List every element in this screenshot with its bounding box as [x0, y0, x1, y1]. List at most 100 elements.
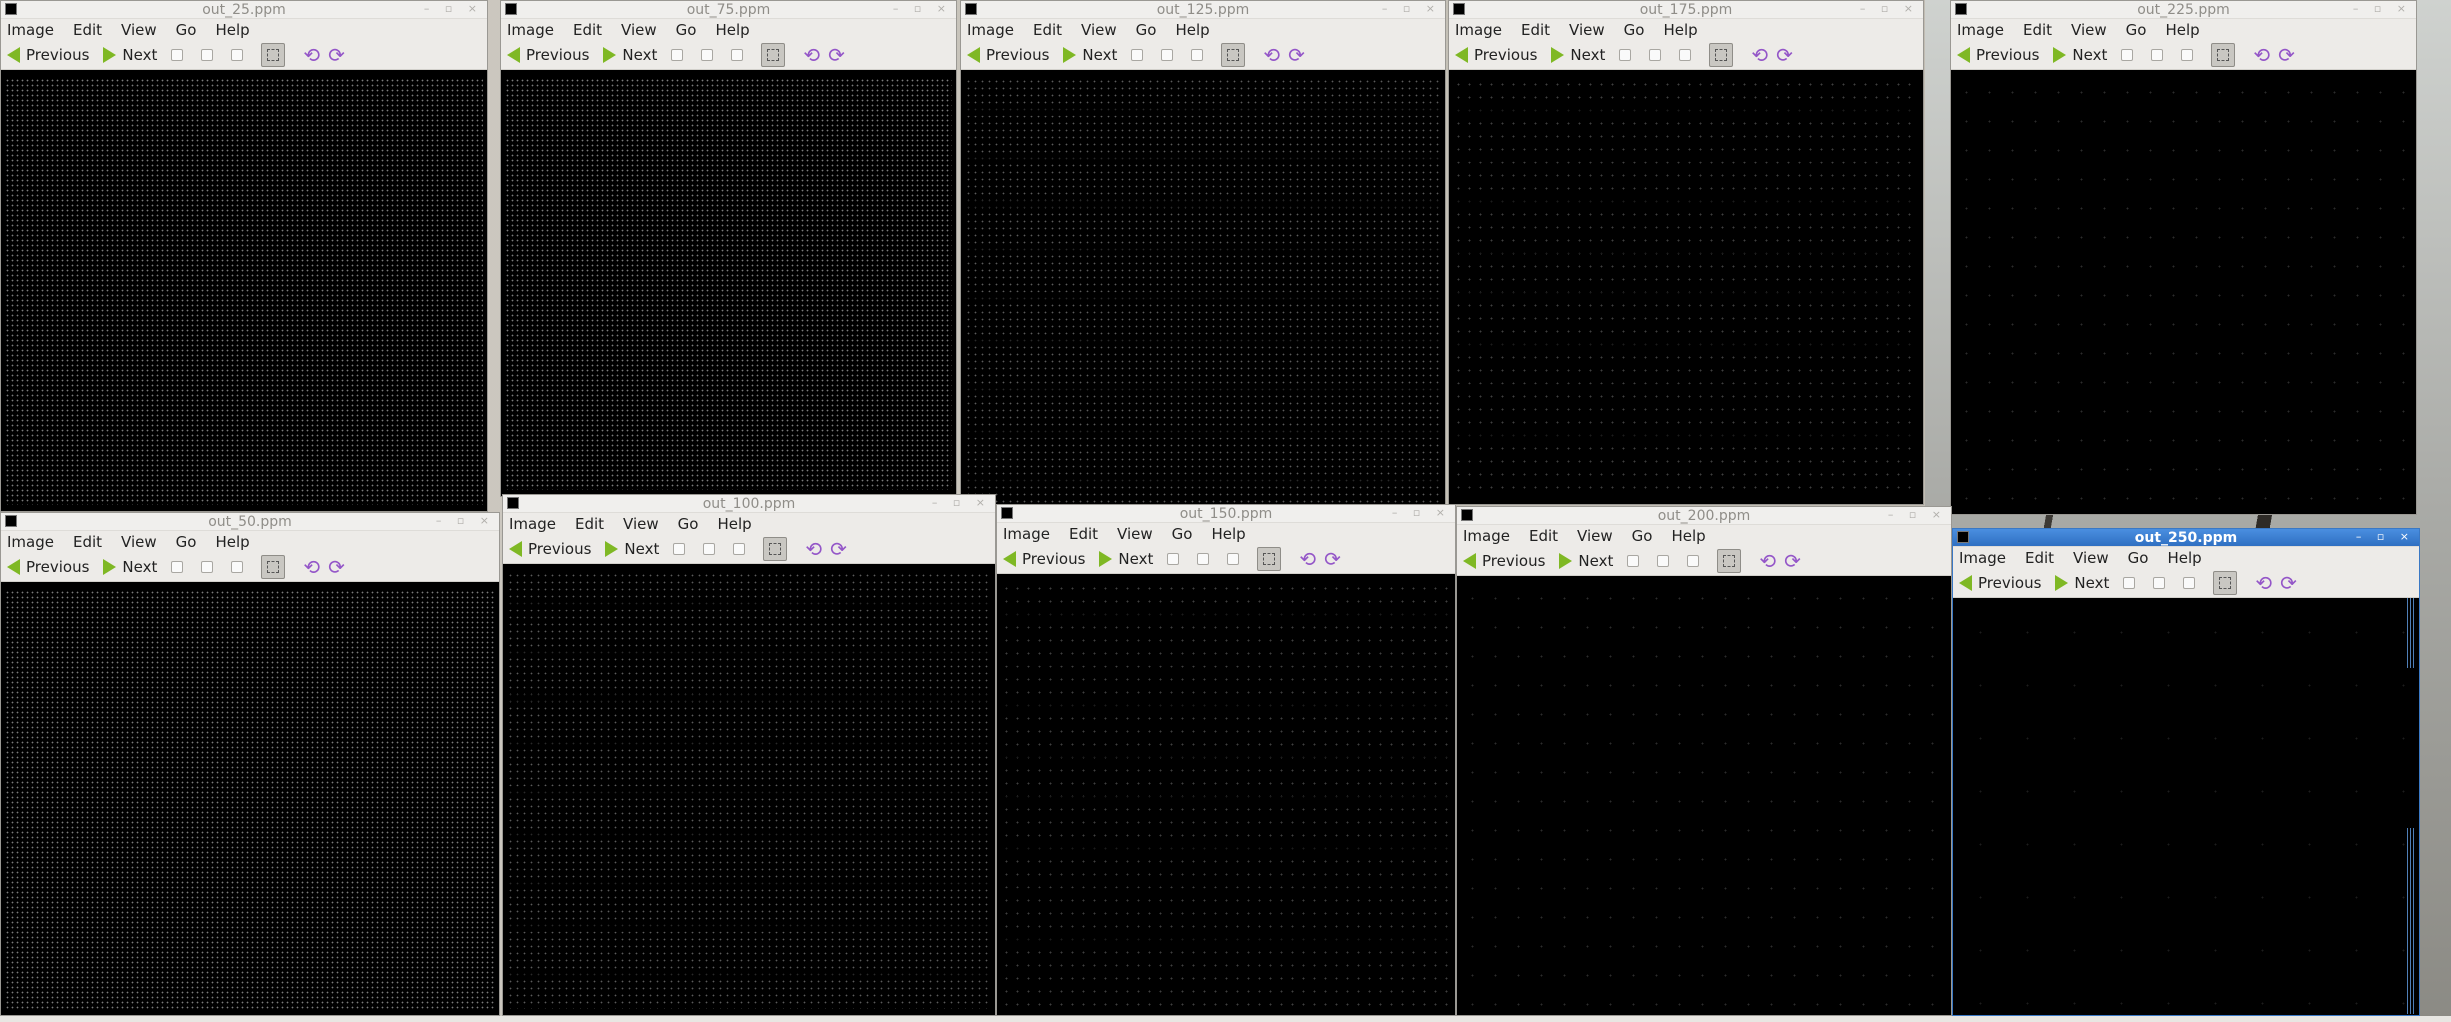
- next-button[interactable]: Next: [2055, 574, 2109, 592]
- rotate-right-icon[interactable]: ⟳: [1288, 45, 1305, 65]
- window-controls[interactable]: – ▫ ×: [436, 514, 495, 527]
- image-canvas[interactable]: [503, 564, 995, 1015]
- window-titlebar[interactable]: out_175.ppm – ▫ ×: [1449, 1, 1923, 19]
- zoom-fit-icon[interactable]: [1717, 549, 1742, 573]
- next-button[interactable]: Next: [603, 46, 657, 64]
- menu-image[interactable]: Image: [1463, 527, 1510, 545]
- menu-view[interactable]: View: [1569, 21, 1605, 39]
- menu-edit[interactable]: Edit: [575, 515, 604, 533]
- menu-edit[interactable]: Edit: [1529, 527, 1558, 545]
- zoom-out-icon[interactable]: [703, 543, 716, 555]
- window-controls[interactable]: – ▫ ×: [893, 2, 952, 15]
- window-controls[interactable]: – ▫ ×: [932, 496, 991, 509]
- image-viewer-window[interactable]: out_200.ppm – ▫ × Image Edit View Go Help Pr…: [1456, 506, 1952, 1016]
- zoom-out-icon[interactable]: [201, 561, 214, 573]
- zoom-in-icon[interactable]: [2121, 49, 2134, 61]
- window-titlebar[interactable]: out_50.ppm – ▫ ×: [1, 513, 499, 531]
- image-viewer-window[interactable]: out_25.ppm – ▫ × Image Edit View Go Help Pre…: [0, 0, 488, 512]
- zoom-normal-icon[interactable]: [2181, 49, 2194, 61]
- previous-button[interactable]: Previous: [1003, 550, 1085, 568]
- window-controls[interactable]: – ▫ ×: [2356, 530, 2415, 543]
- zoom-out-icon[interactable]: [701, 49, 714, 61]
- menu-view[interactable]: View: [2073, 549, 2109, 567]
- rotate-left-icon[interactable]: ⟲: [1759, 551, 1776, 571]
- zoom-fit-icon[interactable]: [2213, 571, 2238, 595]
- window-controls[interactable]: – ▫ ×: [1860, 2, 1919, 15]
- rotate-left-icon[interactable]: ⟲: [1299, 549, 1316, 569]
- menu-go[interactable]: Go: [1136, 21, 1157, 39]
- zoom-in-icon[interactable]: [1131, 49, 1144, 61]
- zoom-fit-icon[interactable]: [261, 43, 286, 67]
- image-viewer-window[interactable]: out_225.ppm – ▫ × Image Edit View Go Help Pr…: [1950, 0, 2417, 515]
- menu-image[interactable]: Image: [1455, 21, 1502, 39]
- zoom-normal-icon[interactable]: [1191, 49, 1204, 61]
- next-button[interactable]: Next: [103, 46, 157, 64]
- menu-image[interactable]: Image: [7, 21, 54, 39]
- menu-edit[interactable]: Edit: [73, 533, 102, 551]
- zoom-normal-icon[interactable]: [731, 49, 744, 61]
- previous-button[interactable]: Previous: [7, 46, 89, 64]
- zoom-normal-icon[interactable]: [1227, 553, 1240, 565]
- window-titlebar[interactable]: out_200.ppm – ▫ ×: [1457, 507, 1951, 525]
- menu-help[interactable]: Help: [2167, 549, 2201, 567]
- menu-go[interactable]: Go: [1632, 527, 1653, 545]
- previous-button[interactable]: Previous: [967, 46, 1049, 64]
- rotate-right-icon[interactable]: ⟳: [328, 45, 345, 65]
- menu-image[interactable]: Image: [1003, 525, 1050, 543]
- next-button[interactable]: Next: [605, 540, 659, 558]
- rotate-left-icon[interactable]: ⟲: [805, 539, 822, 559]
- window-controls[interactable]: – ▫ ×: [1392, 506, 1451, 519]
- menu-edit[interactable]: Edit: [2025, 549, 2054, 567]
- zoom-in-icon[interactable]: [171, 49, 184, 61]
- rotate-right-icon[interactable]: ⟳: [1784, 551, 1801, 571]
- window-titlebar[interactable]: out_25.ppm – ▫ ×: [1, 1, 487, 19]
- image-viewer-window[interactable]: out_50.ppm – ▫ × Image Edit View Go Help Pre…: [0, 512, 500, 1016]
- rotate-left-icon[interactable]: ⟲: [1751, 45, 1768, 65]
- zoom-fit-icon[interactable]: [761, 43, 786, 67]
- zoom-in-icon[interactable]: [1619, 49, 1632, 61]
- rotate-right-icon[interactable]: ⟳: [2280, 573, 2297, 593]
- next-button[interactable]: Next: [1559, 552, 1613, 570]
- menu-edit[interactable]: Edit: [73, 21, 102, 39]
- next-button[interactable]: Next: [1099, 550, 1153, 568]
- next-button[interactable]: Next: [103, 558, 157, 576]
- zoom-fit-icon[interactable]: [261, 555, 286, 579]
- image-canvas[interactable]: [1449, 70, 1923, 504]
- menu-image[interactable]: Image: [1957, 21, 2004, 39]
- menu-view[interactable]: View: [1081, 21, 1117, 39]
- previous-button[interactable]: Previous: [7, 558, 89, 576]
- menu-view[interactable]: View: [623, 515, 659, 533]
- menu-go[interactable]: Go: [1624, 21, 1645, 39]
- menu-view[interactable]: View: [621, 21, 657, 39]
- next-button[interactable]: Next: [1551, 46, 1605, 64]
- window-titlebar[interactable]: out_125.ppm – ▫ ×: [961, 1, 1445, 19]
- menu-help[interactable]: Help: [215, 21, 249, 39]
- zoom-normal-icon[interactable]: [2183, 577, 2196, 589]
- menu-edit[interactable]: Edit: [1521, 21, 1550, 39]
- zoom-in-icon[interactable]: [1627, 555, 1640, 567]
- zoom-in-icon[interactable]: [2123, 577, 2136, 589]
- previous-button[interactable]: Previous: [1455, 46, 1537, 64]
- menu-view[interactable]: View: [121, 21, 157, 39]
- rotate-left-icon[interactable]: ⟲: [2253, 45, 2270, 65]
- menu-go[interactable]: Go: [1172, 525, 1193, 543]
- image-canvas[interactable]: [1951, 70, 2416, 514]
- image-canvas[interactable]: [1, 582, 499, 1015]
- window-titlebar[interactable]: out_150.ppm – ▫ ×: [997, 505, 1455, 523]
- menu-image[interactable]: Image: [7, 533, 54, 551]
- menu-image[interactable]: Image: [507, 21, 554, 39]
- menu-help[interactable]: Help: [2165, 21, 2199, 39]
- window-controls[interactable]: – ▫ ×: [1888, 508, 1947, 521]
- menu-edit[interactable]: Edit: [573, 21, 602, 39]
- rotate-right-icon[interactable]: ⟳: [828, 45, 845, 65]
- previous-button[interactable]: Previous: [1959, 574, 2041, 592]
- menu-help[interactable]: Help: [715, 21, 749, 39]
- zoom-normal-icon[interactable]: [231, 49, 244, 61]
- rotate-right-icon[interactable]: ⟳: [1776, 45, 1793, 65]
- menu-go[interactable]: Go: [2126, 21, 2147, 39]
- zoom-out-icon[interactable]: [1161, 49, 1174, 61]
- image-viewer-window[interactable]: out_100.ppm – ▫ × Image Edit View Go Help Pr…: [502, 494, 996, 1016]
- rotate-left-icon[interactable]: ⟲: [1263, 45, 1280, 65]
- rotate-left-icon[interactable]: ⟲: [2255, 573, 2272, 593]
- zoom-fit-icon[interactable]: [1221, 43, 1246, 67]
